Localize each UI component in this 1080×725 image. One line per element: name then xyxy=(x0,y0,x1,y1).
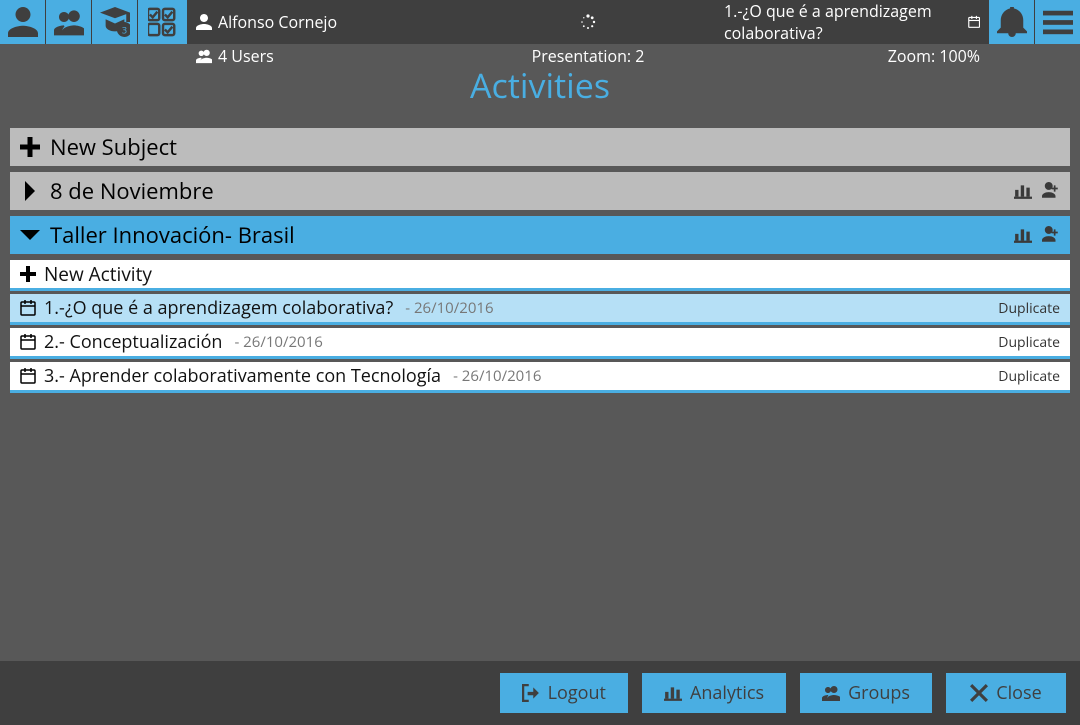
zoom-label: Zoom: 100% xyxy=(888,45,980,67)
close-label: Close xyxy=(996,681,1041,705)
plus-icon xyxy=(20,266,36,282)
groups-icon xyxy=(822,684,840,702)
top-toolbar: Alfonso Cornejo 1.-¿O que é a aprendizag… xyxy=(0,0,1080,44)
activity-title: 1.-¿O que é a aprendizagem colaborativa? xyxy=(44,296,393,320)
current-user-name: Alfonso Cornejo xyxy=(218,11,337,33)
menu-icon xyxy=(1043,7,1073,37)
subject-row-collapsed[interactable]: 8 de Noviembre xyxy=(10,172,1070,212)
bell-icon xyxy=(997,7,1027,37)
menu-button[interactable] xyxy=(1034,0,1080,44)
activity-date: - 26/10/2016 xyxy=(401,298,493,318)
users-small-icon xyxy=(196,48,212,64)
logout-label: Logout xyxy=(548,681,606,705)
close-button[interactable]: Close xyxy=(946,673,1066,713)
calendar-icon xyxy=(20,334,36,350)
duplicate-button[interactable]: Duplicate xyxy=(998,299,1060,318)
subject-name: 8 de Noviembre xyxy=(50,176,1004,206)
tasks-button[interactable] xyxy=(138,0,188,44)
analytics-label: Analytics xyxy=(690,681,764,705)
close-icon xyxy=(970,684,988,702)
chevron-right-icon xyxy=(20,181,40,201)
subject-row-expanded[interactable]: Taller Innovación- Brasil xyxy=(10,216,1070,256)
activity-row[interactable]: 2.- Conceptualización - 26/10/2016 Dupli… xyxy=(10,328,1070,359)
graduation-button[interactable] xyxy=(92,0,138,44)
calendar-icon xyxy=(20,368,36,384)
activity-title: 3.- Aprender colaborativamente con Tecno… xyxy=(44,364,441,388)
subject-analytics-icon[interactable] xyxy=(1014,182,1032,200)
subject-adduser-icon[interactable] xyxy=(1042,182,1060,200)
activity-date: - 26/10/2016 xyxy=(230,332,322,352)
analytics-button[interactable]: Analytics xyxy=(642,673,786,713)
groups-button[interactable]: Groups xyxy=(800,673,932,713)
users-icon xyxy=(54,7,84,37)
activity-title: 2.- Conceptualización xyxy=(44,330,222,354)
activities-panel: New Subject 8 de Noviembre Taller Innova… xyxy=(0,122,1080,403)
subject-adduser-icon[interactable] xyxy=(1042,226,1060,244)
duplicate-button[interactable]: Duplicate xyxy=(998,367,1060,386)
calendar-icon xyxy=(20,300,36,316)
topbar-info: Alfonso Cornejo 1.-¿O que é a aprendizag… xyxy=(188,0,988,44)
plus-icon xyxy=(20,137,40,157)
new-subject-button[interactable]: New Subject xyxy=(10,128,1070,168)
chevron-down-icon xyxy=(20,225,40,245)
user-icon xyxy=(8,7,38,37)
graduation-icon xyxy=(100,7,130,37)
user-button[interactable] xyxy=(0,0,46,44)
groups-label: Groups xyxy=(848,681,910,705)
current-activity-name: 1.-¿O que é a aprendizagem colaborativa? xyxy=(724,0,962,44)
activity-row[interactable]: 1.-¿O que é a aprendizagem colaborativa?… xyxy=(10,294,1070,325)
footer-bar: Logout Analytics Groups Close xyxy=(0,661,1080,725)
subject-name: Taller Innovación- Brasil xyxy=(50,220,1004,250)
new-subject-label: New Subject xyxy=(50,132,1060,162)
new-activity-button[interactable]: New Activity xyxy=(10,260,1070,291)
notifications-button[interactable] xyxy=(988,0,1034,44)
logout-icon xyxy=(522,684,540,702)
calendar-icon xyxy=(968,14,980,30)
spinner-icon xyxy=(580,14,596,30)
users-button[interactable] xyxy=(46,0,92,44)
activities-list: New Activity 1.-¿O que é a aprendizagem … xyxy=(10,260,1070,393)
activity-row[interactable]: 3.- Aprender colaborativamente con Tecno… xyxy=(10,362,1070,393)
new-activity-label: New Activity xyxy=(44,261,152,287)
subject-analytics-icon[interactable] xyxy=(1014,226,1032,244)
user-small-icon xyxy=(196,14,212,30)
activity-date: - 26/10/2016 xyxy=(449,366,541,386)
users-count: 4 Users xyxy=(218,45,274,67)
toolbar-left-icons xyxy=(0,0,188,44)
chart-icon xyxy=(664,684,682,702)
checklist-icon xyxy=(148,7,178,37)
duplicate-button[interactable]: Duplicate xyxy=(998,333,1060,352)
logout-button[interactable]: Logout xyxy=(500,673,628,713)
